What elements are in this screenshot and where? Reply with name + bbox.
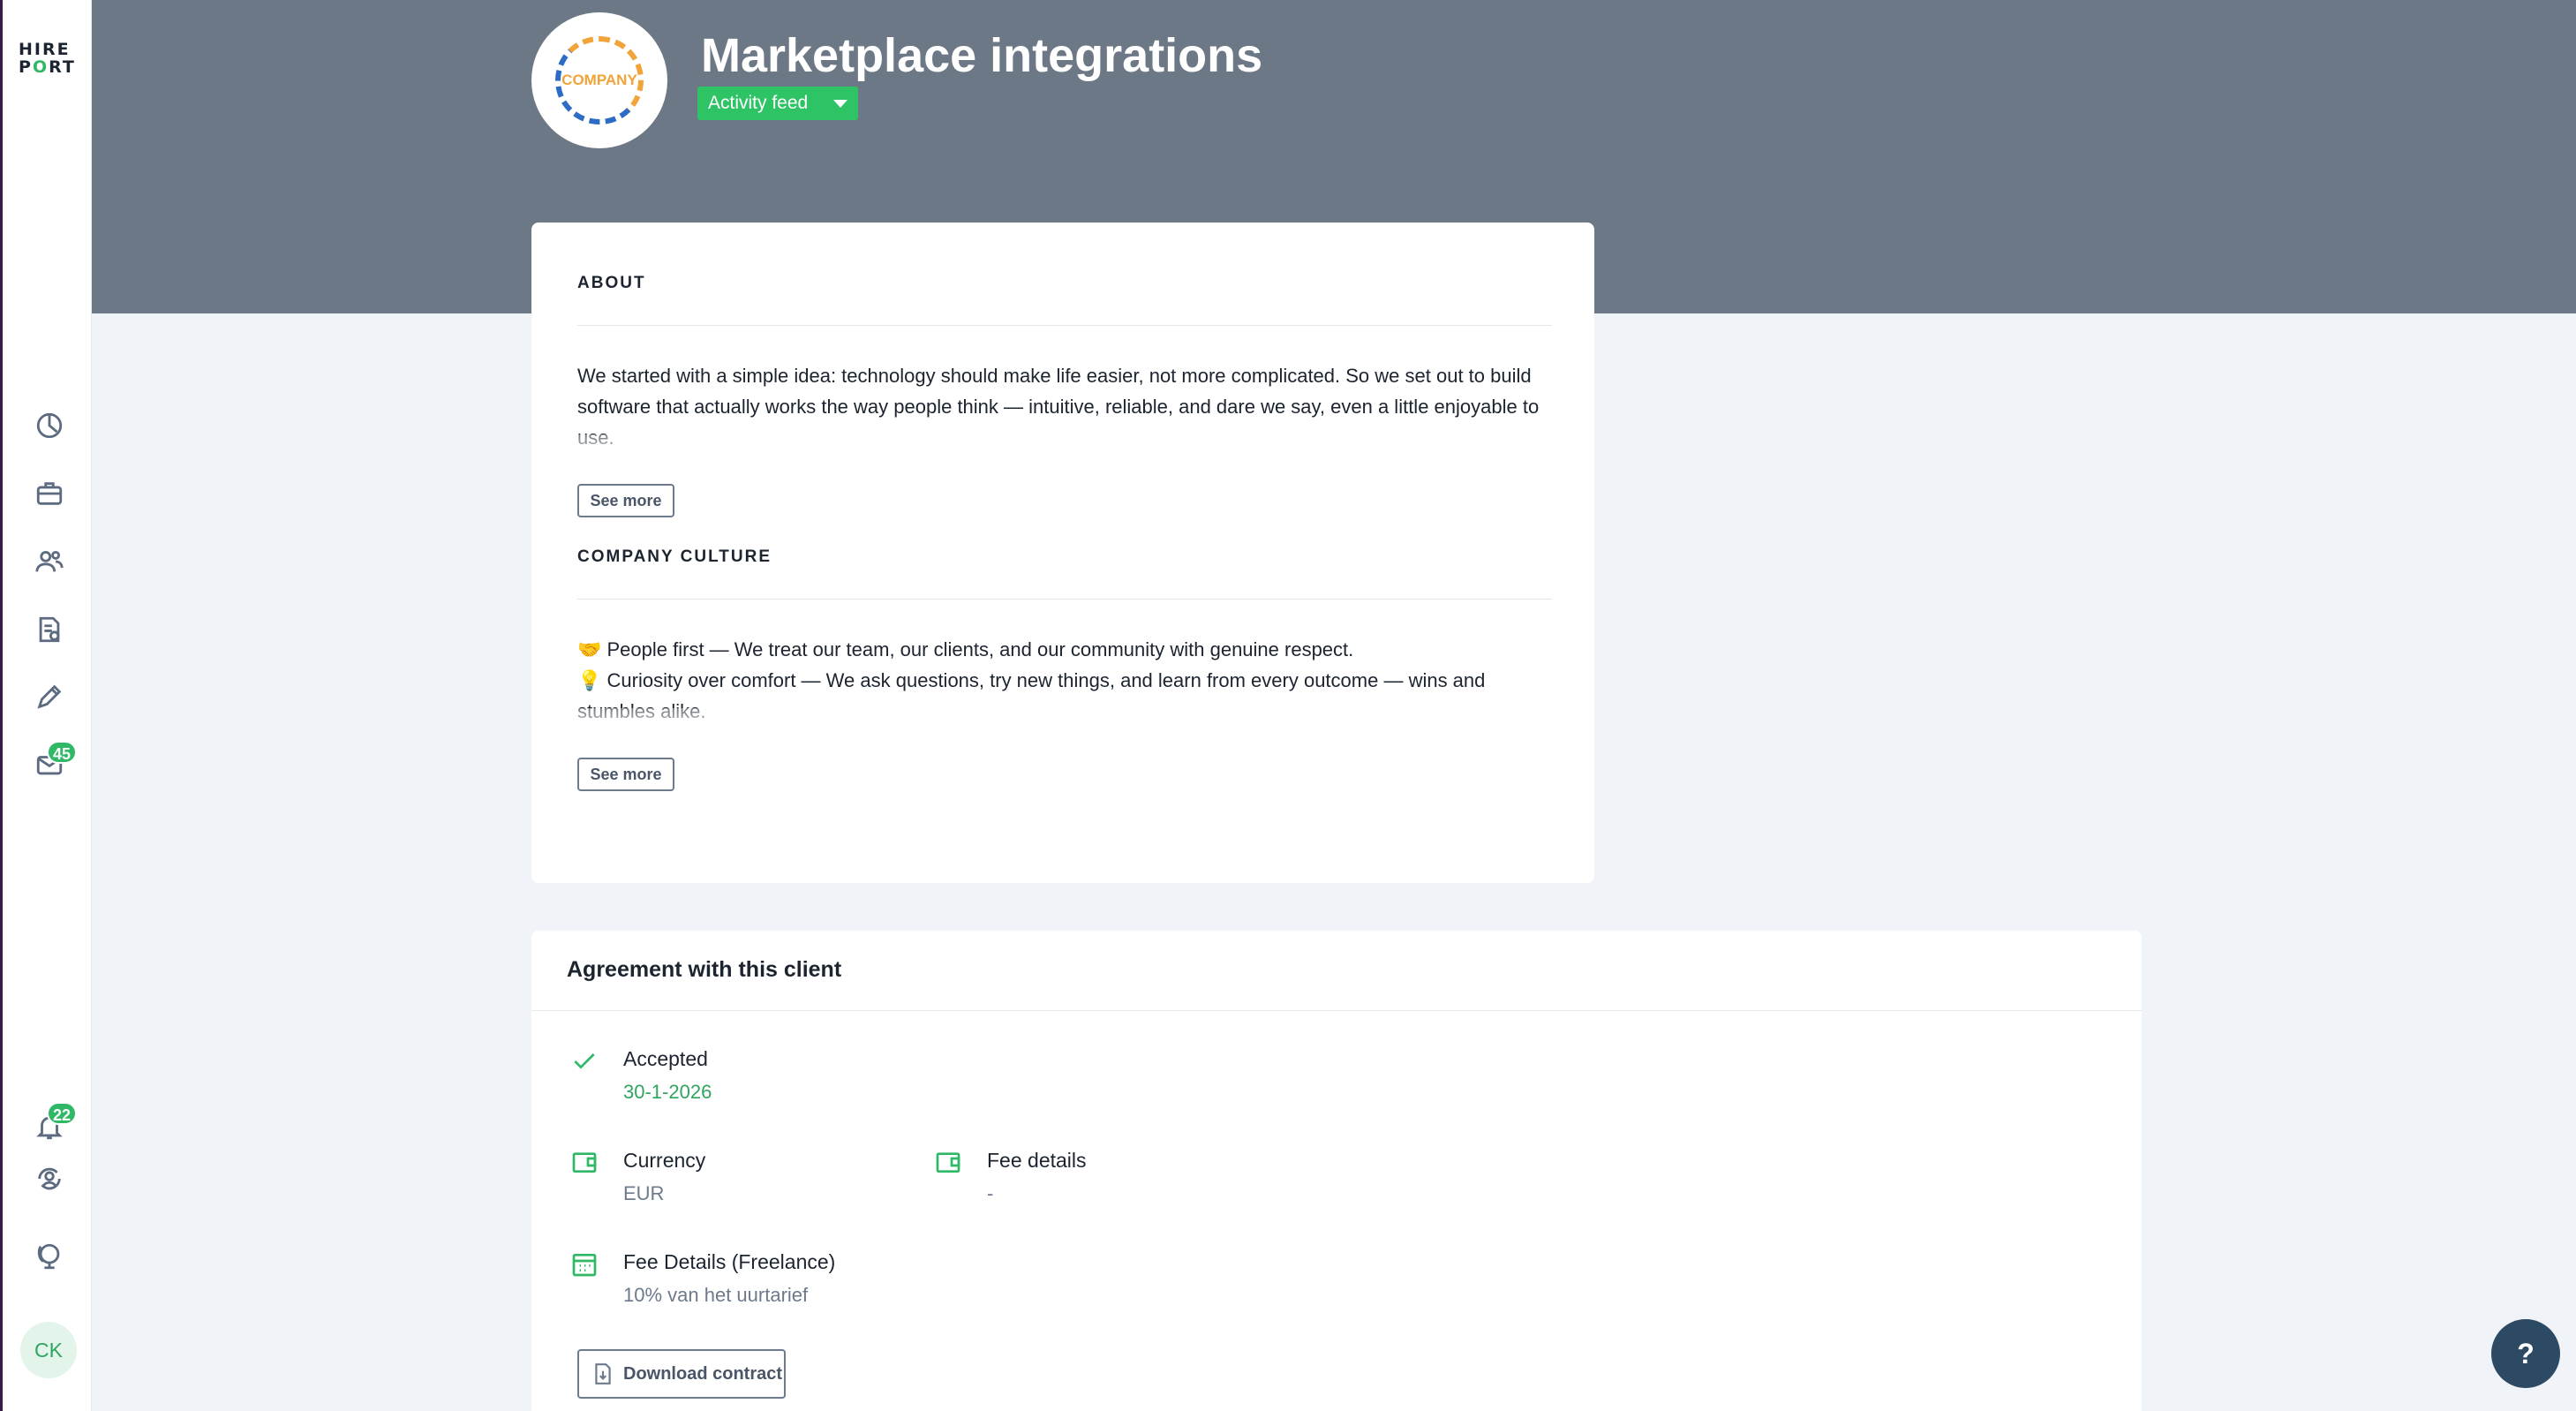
fee-details-label: Fee details	[987, 1149, 1087, 1172]
about-fade	[577, 434, 1548, 470]
globe-icon[interactable]	[33, 1240, 66, 1273]
company-logo-text: COMPANY	[561, 72, 637, 88]
fee-details-value: -	[987, 1182, 994, 1204]
calendar-icon	[570, 1250, 599, 1279]
switch-account-icon[interactable]	[33, 1162, 66, 1196]
wallet-icon	[570, 1148, 599, 1176]
agreement-divider	[531, 1010, 2142, 1011]
pencil-icon[interactable]	[33, 680, 66, 713]
about-see-more-button[interactable]: See more	[577, 484, 674, 517]
activity-feed-dropdown[interactable]: Activity feed	[697, 87, 858, 120]
accepted-label: Accepted	[623, 1047, 708, 1070]
culture-see-more-button[interactable]: See more	[577, 758, 674, 791]
culture-line: 🤝 People first — We treat our team, our …	[577, 638, 1354, 660]
currency-label: Currency	[623, 1149, 706, 1172]
file-download-icon	[595, 1363, 611, 1385]
company-logo-mark: COMPANY	[555, 36, 644, 124]
logo-letter-o: O	[32, 57, 49, 77]
download-contract-label: Download contract	[623, 1363, 783, 1384]
about-divider	[577, 325, 1552, 326]
agreement-card: Agreement with this client Accepted 30-1…	[531, 931, 2142, 1411]
logo-line-top: HIRE	[19, 40, 71, 59]
activity-feed-label: Activity feed	[708, 93, 809, 113]
caret-down-icon	[833, 100, 847, 108]
culture-fade	[577, 708, 1548, 743]
download-contract-button[interactable]: Download contract	[577, 1349, 786, 1399]
hireport-logo[interactable]: HIRE PORT	[19, 41, 80, 76]
company-logo: COMPANY	[531, 12, 667, 148]
currency-value: EUR	[623, 1182, 665, 1204]
agreement-title: Agreement with this client	[567, 957, 842, 982]
document-icon[interactable]	[33, 613, 66, 646]
user-avatar[interactable]: CK	[20, 1322, 77, 1378]
page-title: Marketplace integrations	[701, 29, 1263, 82]
dashboard-icon[interactable]	[33, 409, 66, 442]
mail-badge: 45	[47, 741, 78, 764]
logo-letters: RT	[49, 57, 76, 77]
briefcase-icon[interactable]	[33, 477, 66, 510]
about-title: ABOUT	[577, 274, 646, 292]
accepted-date: 30-1-2026	[623, 1081, 712, 1103]
help-button[interactable]: ?	[2491, 1319, 2560, 1388]
logo-line-bottom: PORT	[19, 58, 80, 76]
culture-title: COMPANY CULTURE	[577, 547, 772, 566]
freelance-fee-label: Fee Details (Freelance)	[623, 1250, 836, 1273]
candidates-icon[interactable]	[33, 545, 66, 578]
logo-letter: P	[19, 57, 33, 77]
culture-divider	[577, 599, 1552, 600]
sidebar: HIRE PORT 45 22 CK	[0, 0, 92, 1411]
freelance-fee-value: 10% van het uurtarief	[623, 1284, 809, 1306]
notifications-badge: 22	[47, 1102, 78, 1125]
wallet-icon	[934, 1148, 962, 1176]
check-icon	[570, 1047, 599, 1075]
about-card: ABOUT We started with a simple idea: tec…	[531, 223, 1594, 883]
